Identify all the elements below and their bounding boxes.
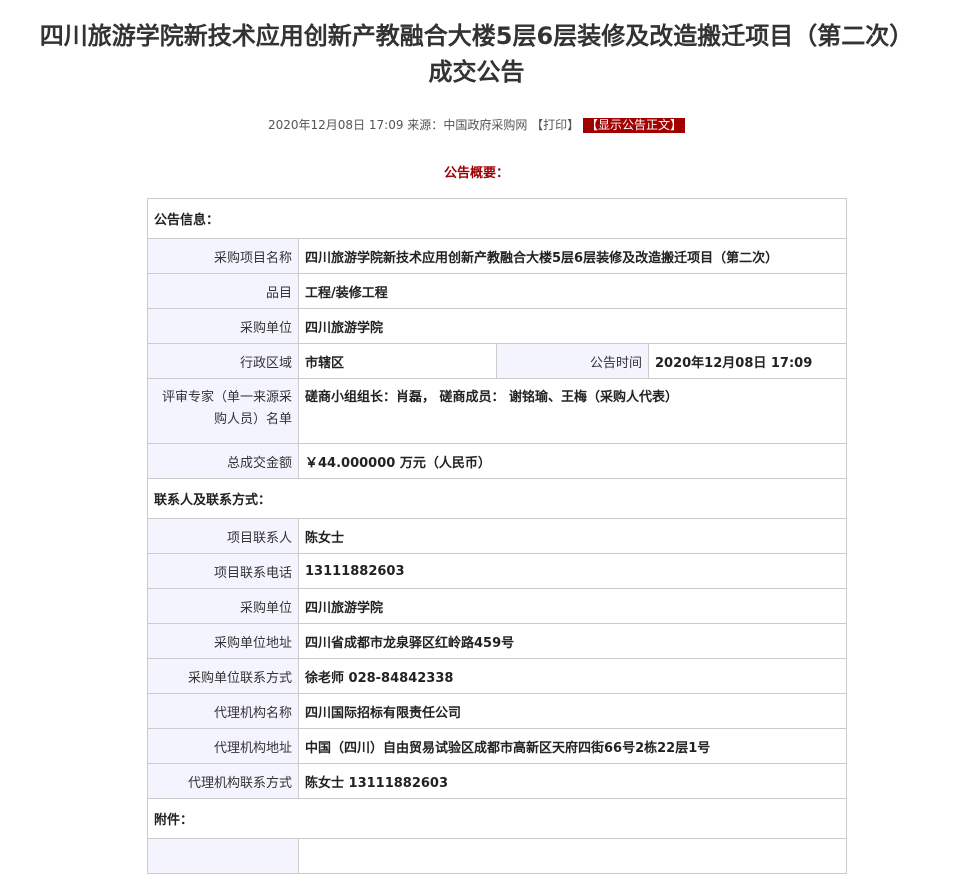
page-title-line2: 成交公告 [428,58,525,86]
category-label: 品目 [147,273,299,309]
meta-bar: 2020年12月08日 17:09 来源：中国政府采购网 【打印】 【显示公告正… [0,116,953,134]
project-name-value: 四川旅游学院新技术应用创新产教融合大楼5层6层装修及改造搬迁项目（第二次） [297,238,848,274]
agency-address-value: 中国（四川）自由贸易试验区成都市高新区天府四街66号2栋22层1号 [297,728,848,764]
table-row: 总成交金额 ￥44.000000 万元（人民币） [147,443,848,479]
region-label: 行政区域 [147,343,299,379]
project-phone-label: 项目联系电话 [147,553,299,589]
project-name-label: 采购项目名称 [147,238,299,274]
experts-label: 评审专家（单一来源采购人员）名单 [147,378,299,444]
table-row: 联系人及联系方式： [146,478,848,519]
project-contact-value: 陈女士 [297,518,848,554]
page-title: 四川旅游学院新技术应用创新产教融合大楼5层6层装修及改造搬迁项目（第二次） 成交… [0,18,953,90]
publish-date: 2020年12月08日 17:09 [267,118,404,132]
table-row [147,838,848,874]
purchaser-label: 采购单位 [147,308,299,344]
table-row: 采购单位地址 四川省成都市龙泉驿区红岭路459号 [147,623,848,659]
summary-heading: 公告概要： [443,166,509,181]
amount-value: ￥44.000000 万元（人民币） [297,443,848,479]
agency-name-value: 四川国际招标有限责任公司 [297,693,848,729]
table-row: 采购单位 四川旅游学院 [147,588,848,624]
table-row: 采购单位 四川旅游学院 [147,308,848,344]
table-row: 评审专家（单一来源采购人员）名单 磋商小组组长：肖磊， 磋商成员： 谢铭瑜、王梅… [147,378,848,444]
section-contacts: 联系人及联系方式： [146,478,848,519]
attachment-label [147,838,299,874]
purchaser-contact-label: 采购单位联系方式 [147,658,299,694]
table-row: 代理机构联系方式 陈女士 13111882603 [147,763,848,799]
table-row: 附件： [146,798,848,839]
attachment-value [297,838,848,874]
purchaser-address-label: 采购单位地址 [147,623,299,659]
time-label: 公告时间 [496,343,649,379]
page-title-line1: 四川旅游学院新技术应用创新产教融合大楼5层6层装修及改造搬迁项目（第二次） [39,22,914,50]
purchaser-value: 四川旅游学院 [297,308,848,344]
experts-value: 磋商小组组长：肖磊， 磋商成员： 谢铭瑜、王梅（采购人代表） [297,378,848,444]
info-table: 公告信息： 采购项目名称 四川旅游学院新技术应用创新产教融合大楼5层6层装修及改… [146,198,848,874]
print-link[interactable]: 【打印】 [531,118,579,132]
table-row: 采购项目名称 四川旅游学院新技术应用创新产教融合大楼5层6层装修及改造搬迁项目（… [147,238,848,274]
table-row: 公告信息： [146,198,848,239]
table-row: 项目联系人 陈女士 [147,518,848,554]
agency-contact-value: 陈女士 13111882603 [297,763,848,799]
agency-address-label: 代理机构地址 [147,728,299,764]
source-label: 来源： [407,118,444,132]
table-row: 项目联系电话 13111882603 [147,553,848,589]
purchaser-contact-value: 徐老师 028-84842338 [297,658,848,694]
table-row: 代理机构名称 四川国际招标有限责任公司 [147,693,848,729]
category-value: 工程/装修工程 [297,273,848,309]
region-value: 市辖区 [298,343,497,379]
table-row: 行政区域 市辖区 公告时间 2020年12月08日 17:09 [147,343,848,379]
amount-label: 总成交金额 [147,443,299,479]
agency-contact-label: 代理机构联系方式 [147,763,299,799]
project-phone-value: 13111882603 [297,553,848,589]
contact-purchaser-value: 四川旅游学院 [297,588,848,624]
source-name: 中国政府采购网 [443,118,528,132]
section-announcement: 公告信息： [146,198,848,239]
project-contact-label: 项目联系人 [147,518,299,554]
table-row: 代理机构地址 中国（四川）自由贸易试验区成都市高新区天府四街66号2栋22层1号 [147,728,848,764]
contact-purchaser-label: 采购单位 [147,588,299,624]
table-row: 采购单位联系方式 徐老师 028-84842338 [147,658,848,694]
show-body-button[interactable]: 【显示公告正文】 [583,118,686,133]
time-value: 2020年12月08日 17:09 [647,343,848,379]
table-row: 品目 工程/装修工程 [147,273,848,309]
purchaser-address-value: 四川省成都市龙泉驿区红岭路459号 [297,623,848,659]
agency-name-label: 代理机构名称 [147,693,299,729]
section-attachments: 附件： [146,798,848,839]
